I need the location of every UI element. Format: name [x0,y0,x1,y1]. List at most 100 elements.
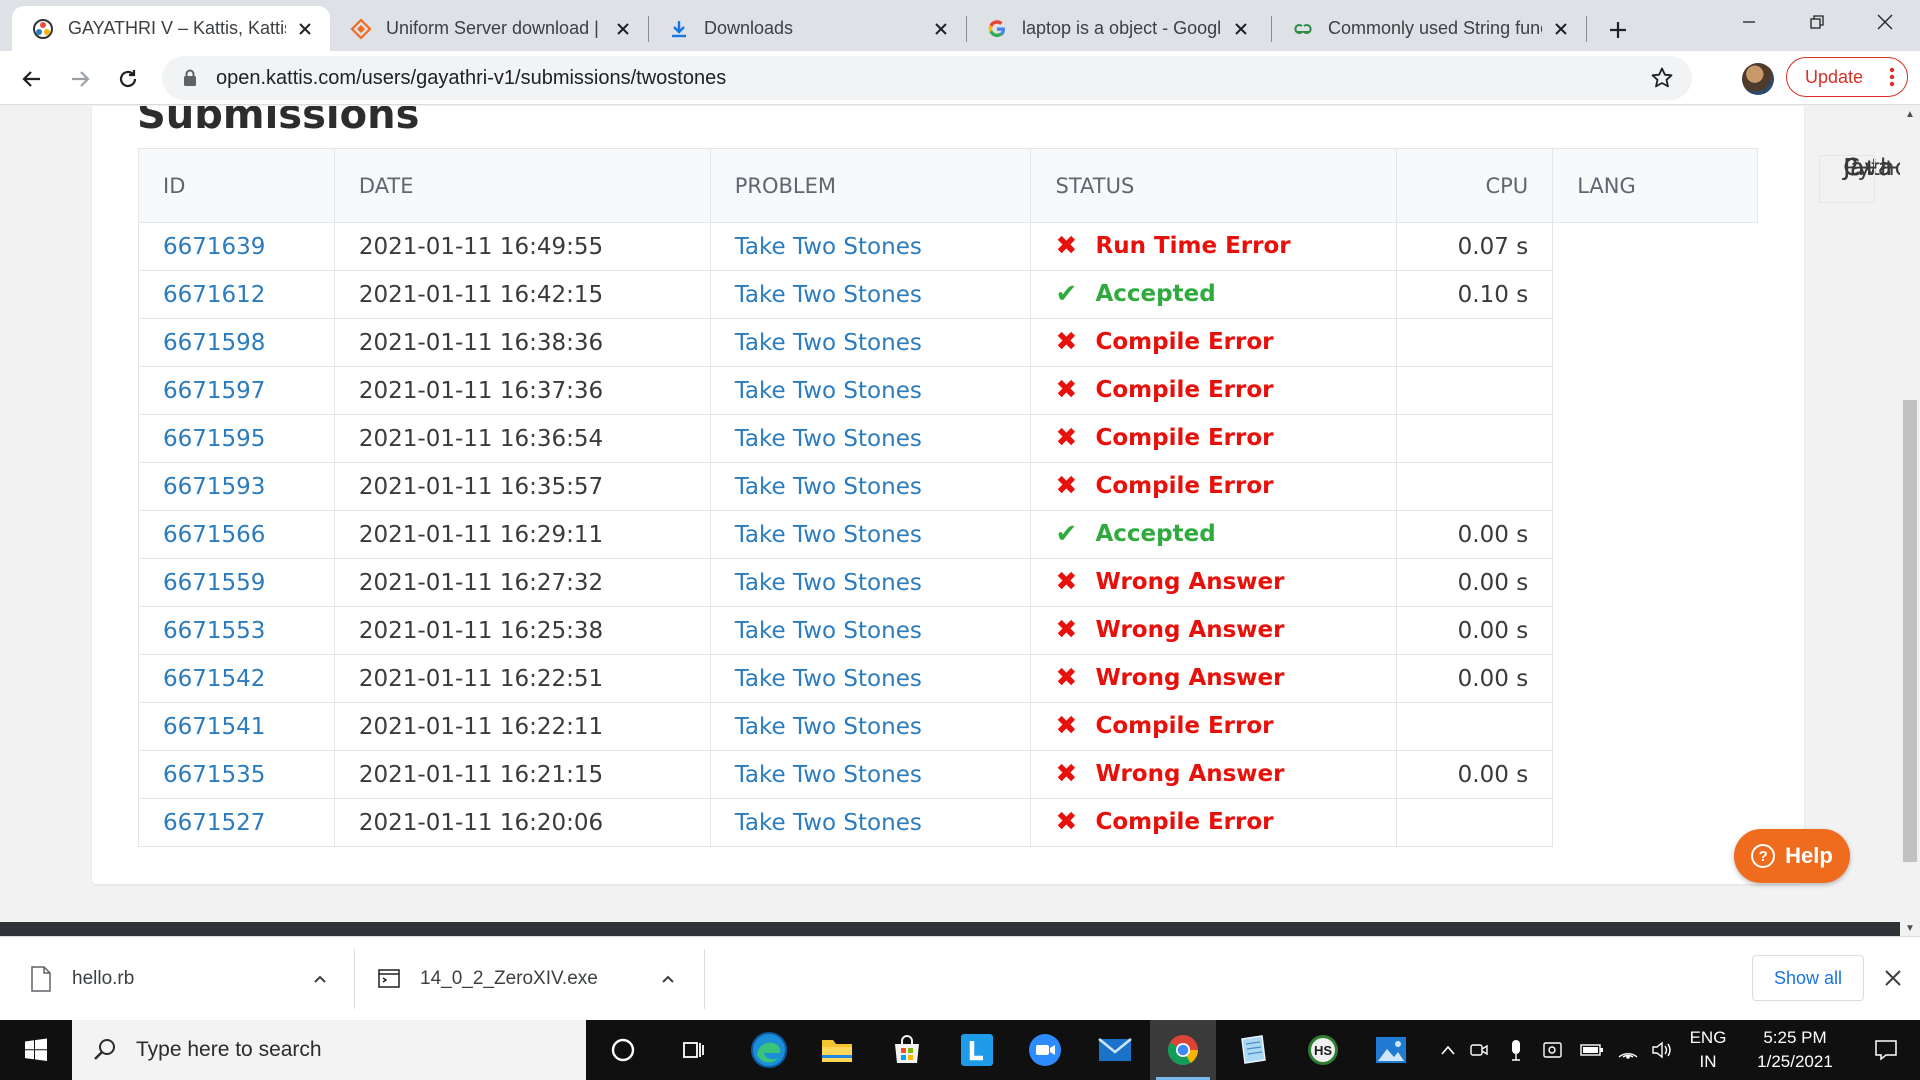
notepad-icon[interactable] [1220,1020,1286,1080]
profile-avatar[interactable] [1742,63,1774,95]
submission-id-link[interactable]: 6671595 [163,426,265,452]
vertical-scrollbar[interactable]: ▲ ▼ [1900,106,1920,936]
submission-id-link[interactable]: 6671535 [163,762,265,788]
microphone-icon[interactable] [1504,1020,1528,1080]
meet-now-icon[interactable] [1466,1020,1492,1080]
battery-icon[interactable] [1578,1020,1606,1080]
file-explorer-icon[interactable] [804,1020,870,1080]
submission-id-link[interactable]: 6671559 [163,570,265,596]
status-badge: ✖ Compile Error [1055,809,1273,835]
scroll-down-arrow-icon[interactable]: ▼ [1900,920,1920,936]
store-icon[interactable] [874,1020,940,1080]
problem-link[interactable]: Take Two Stones [735,282,922,308]
volume-icon[interactable] [1648,1020,1676,1080]
device-icon[interactable] [1540,1020,1566,1080]
column-header-id[interactable]: ID [138,148,335,223]
tab-string-functions[interactable]: Commonly used String func [1272,6,1586,51]
tab-kattis[interactable]: GAYATHRI V – Kattis, Kattis [12,6,330,51]
problem-link[interactable]: Take Two Stones [735,762,922,788]
cell-date: 2021-01-11 16:42:15 [333,270,711,319]
help-button[interactable]: ? Help [1734,829,1850,883]
edge-icon[interactable] [736,1020,802,1080]
submission-id-link[interactable]: 6671639 [163,234,265,260]
close-tab-icon[interactable] [930,18,952,40]
submission-id-link[interactable]: 6671598 [163,330,265,356]
submission-id-link[interactable]: 6671542 [163,666,265,692]
cell-cpu [1396,366,1554,415]
update-button[interactable]: Update [1786,57,1908,97]
problem-link[interactable]: Take Two Stones [735,426,922,452]
taskbar-search[interactable]: Type here to search [72,1020,586,1080]
forward-arrow-icon [72,71,90,87]
submission-id-link[interactable]: 6671593 [163,474,265,500]
photos-icon[interactable] [1358,1020,1424,1080]
close-window-button[interactable] [1850,0,1920,44]
show-all-button[interactable]: Show all [1752,955,1864,1001]
submission-id-link[interactable]: 6671612 [163,282,265,308]
start-button[interactable] [0,1020,72,1080]
close-tab-icon[interactable] [1230,18,1252,40]
back-button[interactable] [14,61,50,97]
chevron-up-icon[interactable] [312,971,328,987]
status-badge: ✖ Wrong Answer [1055,761,1284,787]
cell-status: ✖ Wrong Answer [1030,654,1398,703]
close-tab-icon[interactable] [294,18,316,40]
tab-downloads[interactable]: Downloads [648,6,966,51]
status-text: Wrong Answer [1095,617,1285,643]
download-item[interactable]: hello.rb [30,937,340,1021]
problem-link[interactable]: Take Two Stones [735,618,922,644]
clock-date: 1/25/2021 [1757,1052,1833,1071]
task-view-icon[interactable] [660,1020,726,1080]
restore-button[interactable] [1782,0,1852,44]
new-tab-button[interactable] [1598,10,1638,50]
scrollbar-thumb[interactable] [1903,400,1917,862]
problem-link[interactable]: Take Two Stones [735,330,922,356]
bookmark-star-icon[interactable] [1650,66,1674,90]
problem-link[interactable]: Take Two Stones [735,474,922,500]
tab-uniform-server[interactable]: Uniform Server download | [330,6,648,51]
problem-link[interactable]: Take Two Stones [735,570,922,596]
address-bar[interactable]: open.kattis.com/users/gayathri-v1/submis… [162,56,1692,100]
problem-link[interactable]: Take Two Stones [735,714,922,740]
input-language[interactable]: ENG IN [1680,1026,1736,1074]
column-header-status[interactable]: STATUS [1030,148,1398,223]
column-header-cpu[interactable]: CPU [1396,148,1554,223]
l-app-icon[interactable] [944,1020,1010,1080]
minimize-button[interactable] [1714,0,1784,44]
submission-id-link[interactable]: 6671553 [163,618,265,644]
hs-app-icon[interactable]: HS [1290,1020,1356,1080]
cell-date: 2021-01-11 16:36:54 [333,414,711,463]
mail-icon[interactable] [1082,1020,1148,1080]
problem-link[interactable]: Take Two Stones [735,234,922,260]
submission-id-link[interactable]: 6671566 [163,522,265,548]
reload-button[interactable] [110,61,146,97]
submission-id-link[interactable]: 6671541 [163,714,265,740]
cortana-icon[interactable] [590,1020,656,1080]
problem-link[interactable]: Take Two Stones [735,378,922,404]
download-item[interactable]: 14_0_2_ZeroXIV.exe [378,937,688,1021]
wifi-icon[interactable] [1614,1020,1642,1080]
close-download-shelf-icon[interactable] [1880,965,1906,991]
zoom-icon[interactable] [1012,1020,1078,1080]
close-tab-icon[interactable] [612,18,634,40]
table-row: 6671553 2021-01-11 16:25:38 Take Two Stone… [138,154,1898,655]
cell-id: 6671612 [138,270,335,319]
close-tab-icon[interactable] [1550,18,1572,40]
forward-button[interactable] [62,61,98,97]
scroll-up-arrow-icon[interactable]: ▲ [1900,106,1920,122]
system-clock[interactable]: 5:25 PM 1/25/2021 [1740,1026,1850,1074]
problem-link[interactable]: Take Two Stones [735,666,922,692]
chrome-icon[interactable] [1150,1020,1216,1080]
column-header-date[interactable]: DATE [333,148,711,223]
problem-link[interactable]: Take Two Stones [735,810,922,836]
chevron-up-icon[interactable] [660,971,676,987]
column-header-lang[interactable]: LANG [1552,148,1758,223]
submission-id-link[interactable]: 6671597 [163,378,265,404]
submission-id-link[interactable]: 6671527 [163,810,265,836]
show-hidden-icons-chevron-icon[interactable] [1436,1020,1460,1080]
column-header-problem[interactable]: PROBLEM [709,148,1032,223]
tab-google-search[interactable]: laptop is a object - Google [966,6,1266,51]
cell-problem: Take Two Stones [709,366,1032,415]
problem-link[interactable]: Take Two Stones [735,522,922,548]
notification-center-icon[interactable] [1852,1020,1920,1080]
